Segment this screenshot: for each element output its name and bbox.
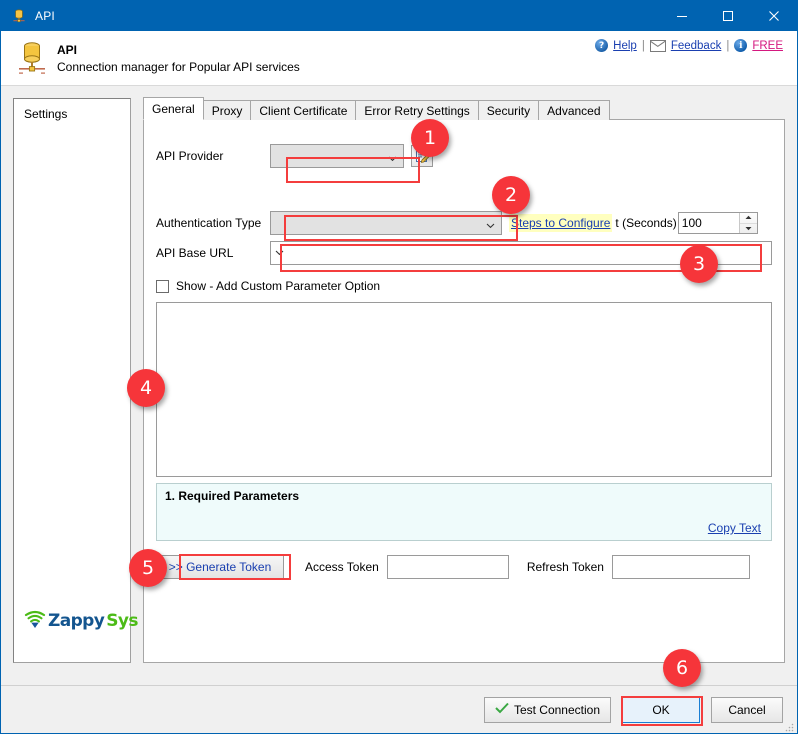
maximize-icon[interactable]: [705, 1, 751, 31]
dialog-footer: Test Connection OK Cancel: [1, 685, 797, 733]
chevron-down-icon: [388, 152, 397, 161]
annotation-badge-1: 1: [411, 119, 449, 157]
tab-advanced[interactable]: Advanced: [538, 100, 610, 120]
cancel-label: Cancel: [728, 702, 766, 717]
ok-label: OK: [652, 702, 670, 717]
link-separator-1: |: [641, 39, 645, 52]
annotation-badge-3: 3: [680, 245, 718, 283]
refresh-token-label: Refresh Token: [526, 560, 604, 574]
header-links: ? Help | Feedback | i FREE: [595, 39, 783, 52]
token-row: >> Generate Token Access Token Refresh T…: [156, 555, 772, 579]
spinner-down-icon[interactable]: [740, 224, 757, 234]
refresh-token-input[interactable]: [611, 555, 750, 579]
database-connector-icon: [11, 8, 27, 24]
window-title: API: [35, 9, 55, 23]
annotation-badge-6: 6: [663, 649, 701, 687]
steps-to-configure-link[interactable]: Steps to Configure: [509, 214, 613, 232]
authentication-type-label: Authentication Type: [156, 216, 262, 230]
api-provider-combobox[interactable]: [270, 144, 404, 168]
show-custom-parameter-label: Show - Add Custom Parameter Option: [176, 279, 381, 293]
info-icon[interactable]: i: [734, 39, 748, 52]
zappysys-logo-text-secondary: Sys: [106, 610, 138, 631]
zappysys-logo: Zappy Sys: [24, 609, 138, 632]
access-token-label: Access Token: [305, 560, 379, 574]
tab-client-certificate[interactable]: Client Certificate: [250, 100, 357, 120]
annotation-badge-4: 4: [127, 369, 165, 407]
header-title: API: [57, 42, 78, 57]
cancel-button[interactable]: Cancel: [711, 696, 783, 723]
header-text-block: API Connection manager for Popular API s…: [57, 43, 300, 74]
help-link[interactable]: Help: [613, 40, 637, 52]
database-connector-icon: [17, 39, 47, 77]
tab-security[interactable]: Security: [477, 100, 540, 120]
tab-strip: General Proxy Client Certificate Error R…: [143, 97, 785, 120]
dialog-header: API Connection manager for Popular API s…: [1, 31, 797, 86]
tab-general[interactable]: General: [143, 97, 204, 120]
title-bar: API: [1, 1, 797, 31]
timeout-label: t (Seconds): [615, 216, 677, 230]
sidebar-item-settings[interactable]: Settings: [14, 99, 130, 125]
ok-button[interactable]: OK: [622, 696, 700, 723]
spinner-arrows[interactable]: [738, 213, 757, 234]
timeout-spinner[interactable]: 100: [677, 212, 758, 234]
mail-icon[interactable]: [649, 39, 666, 52]
minimize-icon[interactable]: [659, 1, 705, 31]
authentication-type-row: Authentication Type Steps to Configure t…: [156, 211, 772, 235]
tab-error-retry-settings[interactable]: Error Retry Settings: [355, 100, 479, 120]
api-connection-manager-window: API API Connection manager for Popular A…: [0, 0, 798, 734]
feedback-link[interactable]: Feedback: [671, 40, 722, 52]
window-controls: [659, 1, 797, 31]
dialog-body: Settings Zappy Sys General Proxy Client …: [1, 86, 797, 685]
authentication-type-combobox[interactable]: [270, 211, 502, 235]
api-base-url-label: API Base URL: [156, 246, 234, 260]
test-connection-label: Test Connection: [513, 702, 600, 717]
timeout-value: 100: [681, 216, 702, 230]
zappysys-logo-text-primary: Zappy: [48, 610, 105, 631]
api-provider-label: API Provider: [156, 149, 224, 163]
required-parameters-panel: 1. Required Parameters Copy Text: [156, 483, 772, 541]
access-token-input[interactable]: [386, 555, 509, 579]
free-link[interactable]: FREE: [752, 40, 783, 52]
header-subtitle: Connection manager for Popular API servi…: [57, 59, 300, 74]
annotation-badge-2: 2: [492, 176, 530, 214]
copy-text-link[interactable]: Copy Text: [708, 521, 761, 535]
settings-sidebar: Settings Zappy Sys: [13, 98, 138, 663]
green-check-icon: [495, 702, 509, 717]
spinner-up-icon[interactable]: [739, 213, 757, 224]
annotation-badge-5: 5: [129, 549, 167, 587]
generate-token-button[interactable]: >> Generate Token: [156, 555, 284, 579]
show-custom-parameter-checkbox[interactable]: [156, 279, 169, 293]
help-icon[interactable]: ?: [595, 39, 609, 52]
api-provider-row: API Provider: [156, 144, 772, 168]
link-separator-2: |: [726, 39, 730, 52]
chevron-down-icon: [275, 246, 284, 260]
required-parameters-title: 1. Required Parameters: [165, 489, 300, 503]
tab-content-general: API Provider Authentication Type Steps t…: [143, 119, 785, 663]
zappysys-signal-icon: [24, 609, 46, 632]
parameters-output-panel[interactable]: [156, 302, 772, 477]
tab-panel: General Proxy Client Certificate Error R…: [143, 97, 785, 663]
resize-grip-icon[interactable]: [784, 721, 794, 732]
chevron-down-icon: [486, 219, 495, 228]
tab-proxy[interactable]: Proxy: [202, 100, 252, 120]
close-icon[interactable]: [751, 1, 797, 31]
show-custom-parameter-row[interactable]: Show - Add Custom Parameter Option: [156, 279, 772, 293]
test-connection-button[interactable]: Test Connection: [483, 696, 611, 723]
